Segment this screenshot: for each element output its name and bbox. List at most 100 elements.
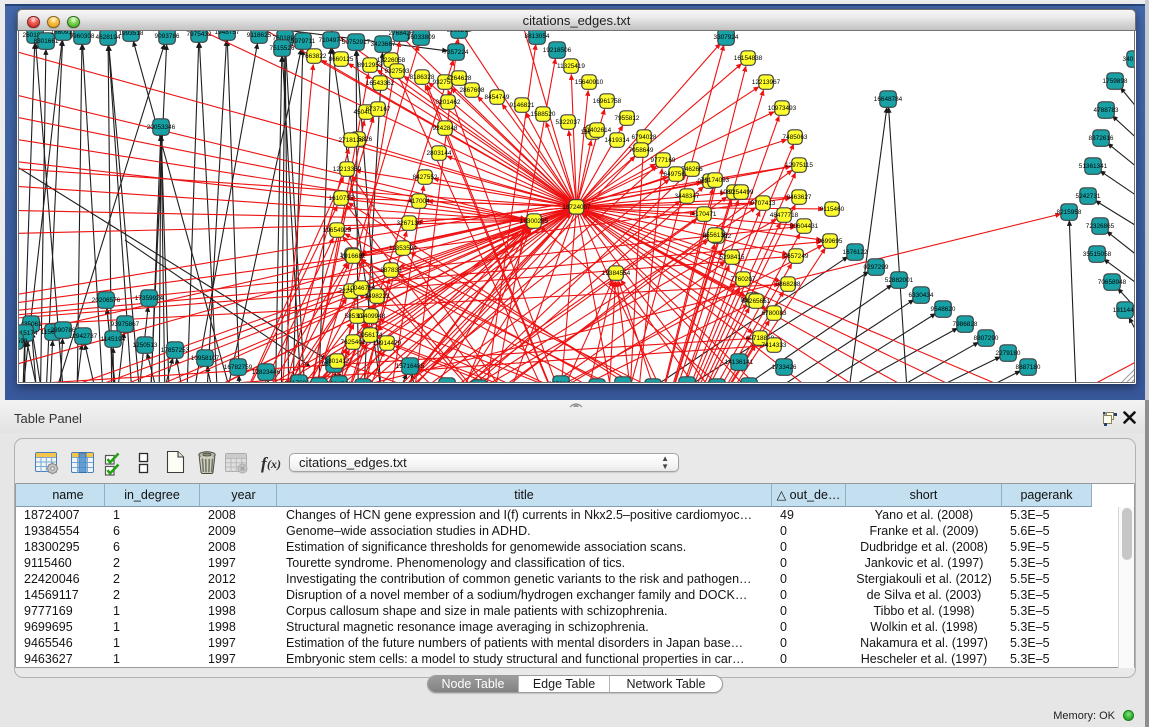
svg-text:1145194: 1145194 [101, 336, 126, 343]
svg-text:3801412: 3801412 [325, 358, 350, 365]
svg-text:66176031: 66176031 [285, 380, 314, 383]
svg-text:7414333: 7414333 [762, 342, 787, 349]
svg-text:7663822: 7663822 [302, 53, 327, 60]
svg-text:9327503: 9327503 [385, 68, 410, 75]
svg-text:0201462: 0201462 [436, 99, 461, 106]
svg-text:7625402: 7625402 [341, 339, 366, 346]
svg-text:8454749: 8454749 [485, 94, 510, 101]
svg-text:12942737: 12942737 [69, 333, 98, 340]
svg-text:64265651: 64265651 [742, 298, 771, 305]
svg-text:8215958: 8215958 [1057, 209, 1082, 216]
svg-text:16648784: 16648784 [874, 96, 903, 103]
svg-text:70658948: 70658948 [1098, 279, 1127, 286]
svg-text:9254499: 9254499 [729, 189, 754, 196]
svg-text:8887180: 8887180 [1016, 364, 1041, 371]
svg-text:7058649: 7058649 [629, 147, 654, 154]
svg-text:7485063: 7485063 [783, 134, 808, 141]
svg-text:2890786: 2890786 [51, 327, 76, 334]
svg-text:20206576: 20206576 [92, 297, 121, 304]
svg-text:12823446: 12823446 [252, 369, 281, 376]
svg-text:16782759: 16782759 [224, 364, 253, 371]
svg-text:0268599: 0268599 [19, 338, 28, 345]
svg-text:19384554: 19384554 [602, 270, 631, 277]
svg-text:93975867: 93975867 [111, 321, 140, 328]
svg-text:11353594: 11353594 [389, 245, 417, 252]
svg-text:0707413: 0707413 [751, 200, 776, 207]
svg-text:12975115: 12975115 [785, 162, 813, 169]
svg-text:1993518: 1993518 [119, 31, 144, 37]
svg-text:3448347: 3448347 [675, 193, 700, 200]
svg-text:7357224: 7357224 [444, 49, 469, 56]
svg-text:10958107: 10958107 [191, 355, 220, 362]
svg-text:8807290: 8807290 [974, 335, 999, 342]
svg-text:7515526: 7515526 [270, 45, 295, 52]
svg-text:9960308: 9960308 [70, 33, 95, 40]
svg-text:9548620: 9548620 [931, 306, 956, 313]
svg-text:0868288: 0868288 [776, 281, 801, 288]
svg-text:17857253: 17857253 [161, 347, 190, 354]
svg-text:8372616: 8372616 [1089, 135, 1114, 142]
svg-text:12409948: 12409948 [357, 313, 386, 320]
svg-text:76174093: 76174093 [701, 177, 730, 184]
svg-text:4264628: 4264628 [447, 75, 472, 82]
svg-text:7551313: 7551313 [675, 382, 700, 383]
svg-text:1676122: 1676122 [843, 249, 868, 256]
svg-text:6563212: 6563212 [447, 31, 472, 34]
svg-text:2056174: 2056174 [358, 332, 383, 339]
svg-text:6330434: 6330434 [909, 292, 934, 299]
svg-text:90604431: 90604431 [790, 223, 819, 230]
svg-text:5298415: 5298415 [720, 254, 745, 261]
svg-text:15640910: 15640910 [575, 79, 604, 86]
svg-text:1498222: 1498222 [365, 293, 390, 300]
svg-text:17359924: 17359924 [135, 295, 164, 302]
svg-text:6780083: 6780083 [762, 310, 787, 317]
svg-text:7104974: 7104974 [319, 37, 344, 44]
svg-text:0556130: 0556130 [703, 232, 728, 239]
svg-text:5322037: 5322037 [556, 119, 581, 126]
svg-text:746266: 746266 [681, 166, 703, 173]
svg-text:72326865: 72326865 [1086, 223, 1115, 230]
svg-text:3267130: 3267130 [397, 220, 422, 227]
svg-text:5979711: 5979711 [291, 38, 316, 45]
svg-text:9118625: 9118625 [247, 32, 272, 39]
svg-text:7955812: 7955812 [615, 115, 640, 122]
svg-text:9115460: 9115460 [820, 206, 845, 213]
svg-text:5242731: 5242731 [1076, 193, 1101, 200]
svg-text:1419314: 1419314 [605, 137, 630, 144]
svg-text:417004: 417004 [408, 198, 430, 205]
svg-text:1948757: 1948757 [215, 31, 240, 36]
svg-text:2279180: 2279180 [996, 350, 1021, 357]
svg-text:9463627: 9463627 [787, 194, 812, 201]
svg-text:9657249: 9657249 [784, 253, 809, 260]
svg-text:6794028: 6794028 [632, 134, 657, 141]
svg-text:8186328: 8186328 [410, 74, 435, 81]
svg-text:18226058: 18226058 [377, 57, 406, 64]
svg-text:16961758: 16961758 [593, 98, 622, 105]
svg-text:887833: 887833 [380, 267, 402, 274]
svg-text:48477718: 48477718 [770, 212, 799, 219]
svg-text:9281590: 9281590 [327, 381, 352, 383]
svg-text:2803144: 2803144 [427, 150, 452, 157]
svg-text:7760207: 7760207 [731, 276, 756, 283]
svg-text:3852808: 3852808 [549, 381, 574, 383]
svg-text:16543362: 16543362 [366, 80, 395, 87]
svg-text:9699695: 9699695 [818, 238, 843, 245]
svg-text:4788783: 4788783 [1094, 107, 1119, 114]
svg-text:3307924: 3307924 [714, 34, 739, 41]
svg-text:8660125: 8660125 [329, 56, 354, 63]
svg-text:51402614: 51402614 [583, 127, 612, 134]
svg-text:8737167: 8737167 [366, 106, 391, 113]
svg-text:8301661: 8301661 [34, 38, 59, 45]
svg-text:16033809: 16033809 [407, 34, 436, 41]
svg-text:10973493: 10973493 [768, 105, 797, 112]
svg-text:3933633: 3933633 [611, 382, 636, 383]
svg-text:50752917: 50752917 [342, 39, 371, 46]
svg-text:9777169: 9777169 [651, 157, 676, 164]
svg-text:4170471: 4170471 [692, 211, 717, 218]
svg-text:11325419: 11325419 [557, 63, 585, 70]
svg-text:12213369: 12213369 [333, 166, 362, 173]
svg-text:51361341: 51361341 [1079, 163, 1108, 170]
svg-text:52882001: 52882001 [885, 277, 914, 284]
svg-text:2867608: 2867608 [460, 87, 485, 94]
svg-text:1916682: 1916682 [341, 253, 366, 260]
